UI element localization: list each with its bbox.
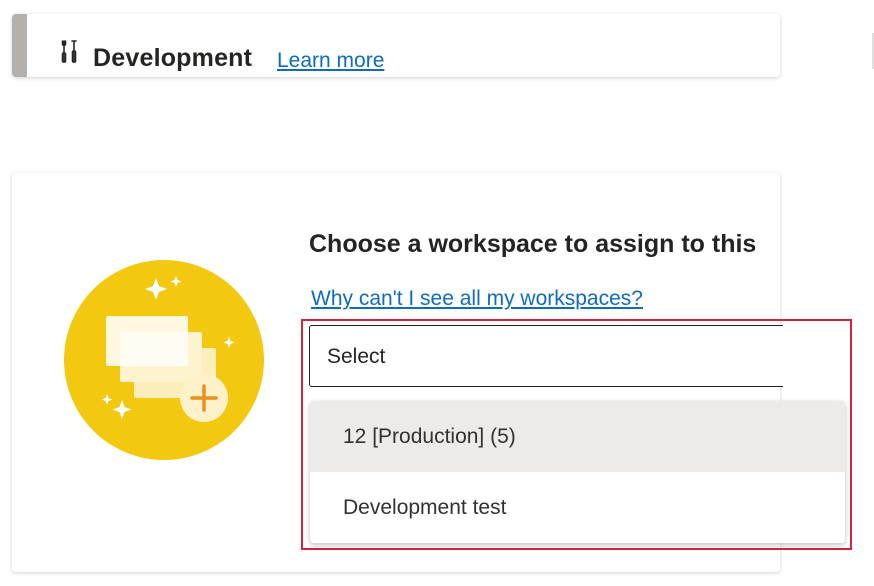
- add-workspace-illustration: [64, 260, 264, 460]
- tools-icon: [61, 40, 77, 63]
- deployment-pipeline-view: Development Learn more Choose a workspac…: [0, 0, 874, 586]
- stage-title: Development: [93, 44, 253, 72]
- annotation-highlight-box: [301, 319, 852, 550]
- why-workspaces-link[interactable]: Why can't I see all my workspaces?: [311, 287, 643, 311]
- learn-more-link[interactable]: Learn more: [277, 49, 384, 73]
- stage-card-development: Development Learn more: [12, 14, 780, 77]
- stage-accent-bar: [12, 14, 27, 77]
- assign-heading: Choose a workspace to assign to this: [309, 230, 757, 258]
